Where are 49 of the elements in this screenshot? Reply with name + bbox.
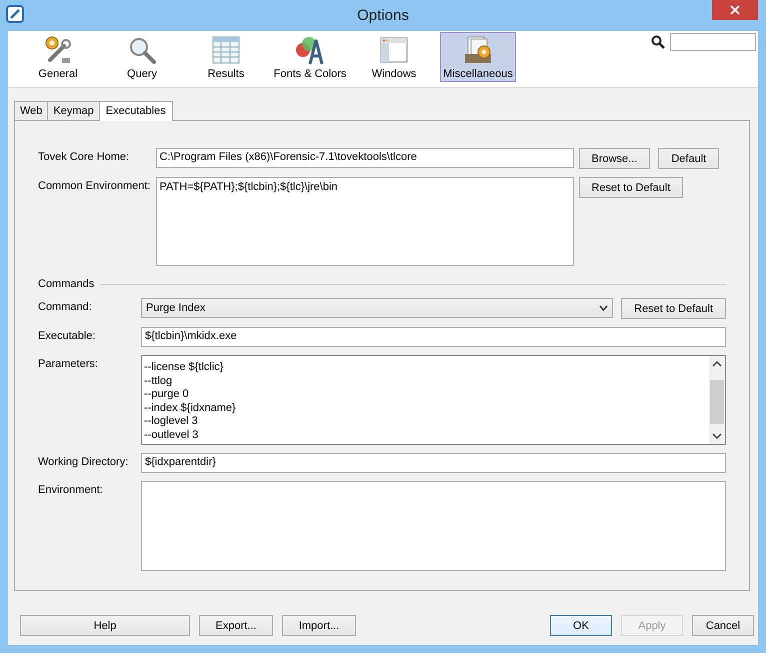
default-button[interactable]: Default xyxy=(658,148,720,169)
parameter-line: --ttlog xyxy=(144,374,174,388)
executable-field[interactable]: ${tlcbin}\mkidx.exe xyxy=(141,327,726,347)
app-icon xyxy=(6,5,24,23)
parameter-line: --loglevel 3 xyxy=(144,415,199,428)
parameter-line: --outlevel 3 xyxy=(144,428,200,442)
category-button[interactable]: Query xyxy=(104,32,180,82)
environment-field[interactable] xyxy=(141,481,726,571)
folder-gear-icon xyxy=(462,34,494,66)
table-icon xyxy=(210,34,242,66)
command-dropdown[interactable]: Purge Index xyxy=(141,298,614,318)
close-icon xyxy=(730,5,740,15)
dialog-button[interactable]: Help xyxy=(20,615,190,636)
reset-button[interactable]: Reset to Default xyxy=(578,177,684,198)
field-label: Executable: xyxy=(38,329,96,342)
reset-button[interactable]: Reset to Default xyxy=(621,298,726,319)
category-button[interactable]: General xyxy=(20,32,96,82)
search-field[interactable] xyxy=(670,33,756,51)
dialog-button[interactable]: Cancel xyxy=(692,615,754,636)
section-heading: Commands xyxy=(38,278,94,290)
field-label: Environment: xyxy=(38,483,104,496)
tab[interactable]: Web xyxy=(14,101,48,120)
dialog-button[interactable]: Import... xyxy=(282,615,356,636)
parameter-line: --purge 0 xyxy=(144,388,190,402)
parameter-line: --index ${idxname} xyxy=(144,402,237,415)
field-label: Working Directory: xyxy=(38,455,130,468)
font-color-icon xyxy=(294,34,326,66)
category-button[interactable]: Results xyxy=(188,32,264,82)
parameters-list[interactable]: --license ${tlclic} --ttlog --purge 0 --index ${idxname} --loglevel 3 --outlevel 3 xyxy=(141,355,726,445)
field-label: Command: xyxy=(38,300,93,313)
environment-field[interactable]: PATH=${PATH};${tlcbin};${tlc}\jre\bin xyxy=(156,177,574,266)
search-icon xyxy=(651,35,665,49)
category-button[interactable]: Fonts & Colors xyxy=(272,32,348,82)
category-button[interactable]: Miscellaneous xyxy=(440,32,516,82)
close-button[interactable] xyxy=(712,0,758,20)
category-button[interactable]: Windows xyxy=(356,32,432,82)
field-label: Common Environment: xyxy=(38,179,150,192)
field-label: Tovek Core Home: xyxy=(38,150,130,163)
directory-field[interactable]: ${idxparentdir} xyxy=(141,453,726,473)
field-label: Parameters: xyxy=(38,357,99,370)
dialog-button[interactable]: Export... xyxy=(199,615,273,636)
tab[interactable]: Executables xyxy=(98,101,173,121)
parameter-line: --license ${tlclic} xyxy=(144,361,224,374)
scrollbar-thumb[interactable] xyxy=(710,380,724,424)
window-title: Options xyxy=(357,7,409,24)
dialog-button[interactable]: OK xyxy=(550,615,612,636)
path-field[interactable]: C:\Program Files (x86)\Forensic-7.1\tovektools\tlcore xyxy=(156,148,574,168)
browse-button[interactable]: Browse... xyxy=(578,148,650,169)
tab[interactable]: Keymap xyxy=(47,101,100,120)
